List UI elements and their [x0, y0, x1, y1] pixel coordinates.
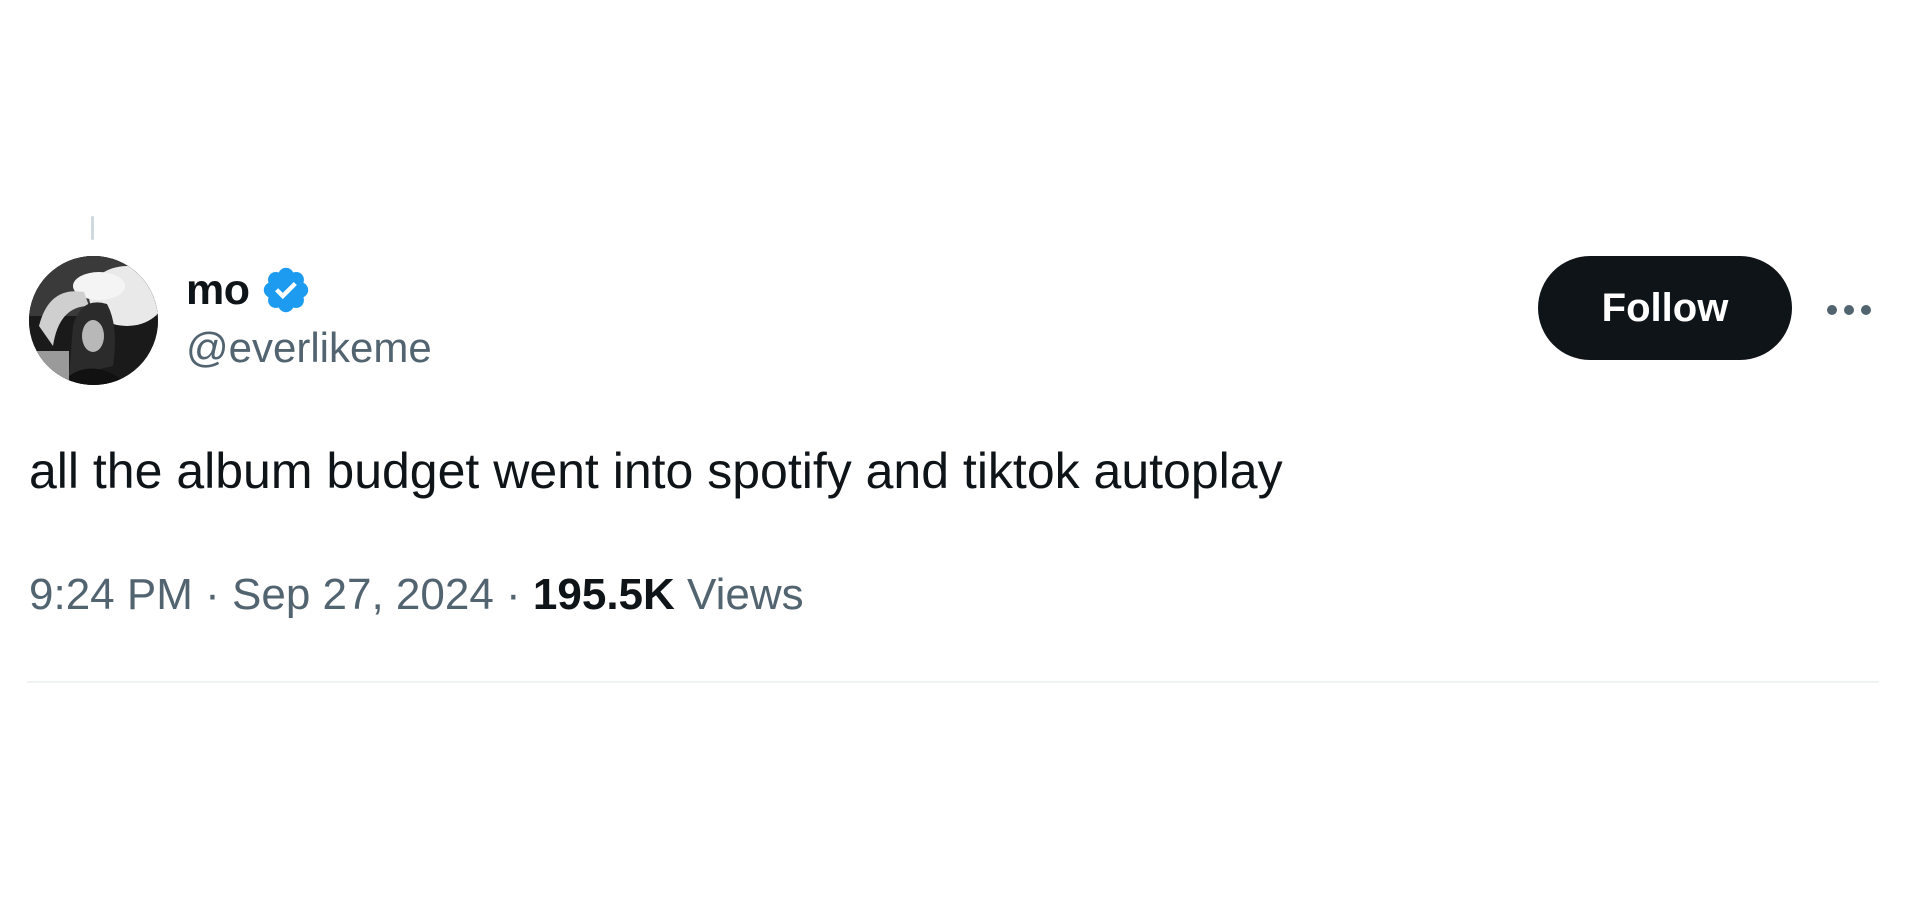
meta-separator: · [506, 570, 521, 619]
tweet-date[interactable]: Sep 27, 2024 [232, 570, 494, 619]
tweet-text: all the album budget went into spotify a… [29, 443, 1283, 499]
meta-separator: · [205, 570, 220, 619]
thread-connector-line [91, 216, 94, 240]
more-horizontal-icon[interactable] [1823, 290, 1875, 330]
display-name[interactable]: mo [186, 266, 250, 315]
tweet-time[interactable]: 9:24 PM [29, 570, 193, 619]
tweet-card: mo @everlikeme Follow all the album budg… [0, 0, 1920, 900]
divider [27, 681, 1879, 683]
name-row: mo [186, 262, 432, 318]
avatar[interactable] [29, 256, 158, 385]
verified-badge-icon[interactable] [260, 264, 312, 316]
user-handle[interactable]: @everlikeme [186, 324, 432, 372]
follow-button[interactable]: Follow [1538, 256, 1792, 360]
tweet-meta: 9:24 PM · Sep 27, 2024 · 195.5K Views [29, 570, 804, 620]
user-info: mo @everlikeme [186, 262, 432, 372]
views-label[interactable]: Views [687, 570, 804, 619]
views-count[interactable]: 195.5K [533, 570, 675, 619]
